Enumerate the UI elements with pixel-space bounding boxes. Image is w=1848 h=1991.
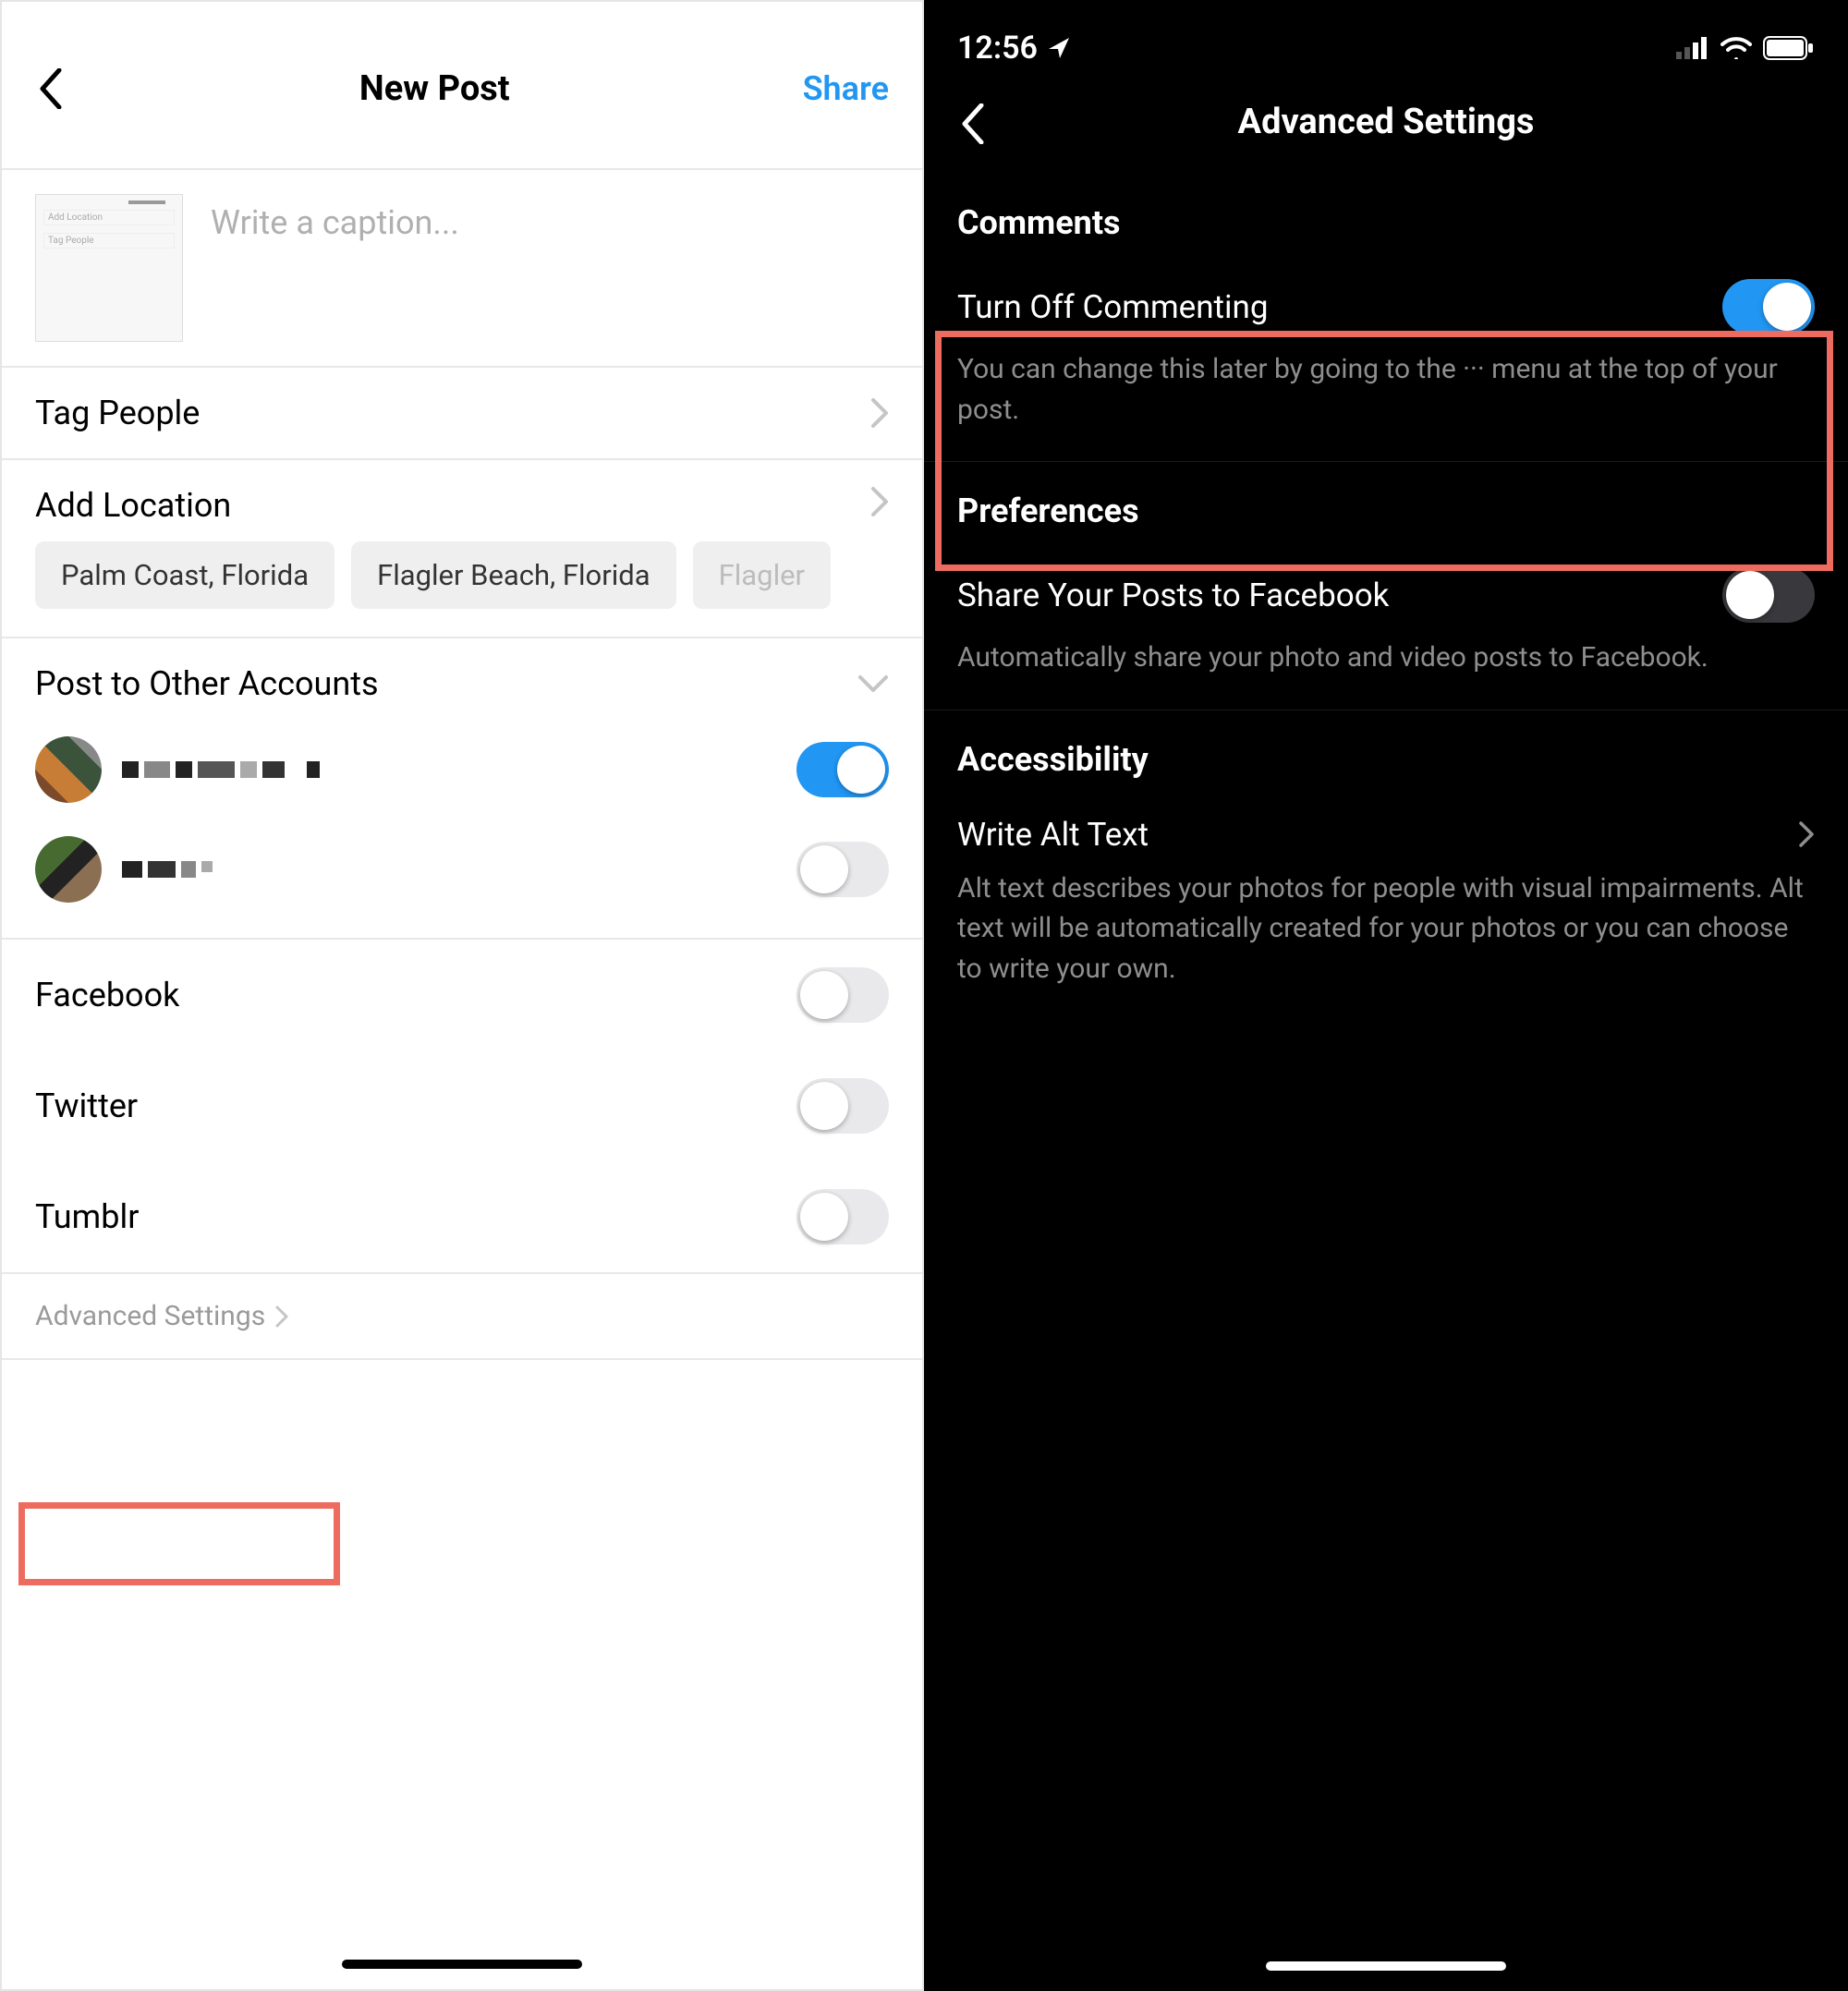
location-suggestions: Palm Coast, Florida Flagler Beach, Flori… [2, 525, 922, 638]
tag-people-row[interactable]: Tag People [2, 368, 922, 460]
account-row [2, 720, 922, 819]
twitter-label: Twitter [35, 1087, 138, 1125]
write-alt-text-desc: Alt text describes your photos for peopl… [924, 857, 1848, 1021]
post-thumbnail[interactable]: Add Location Tag People [35, 194, 183, 342]
turn-off-commenting-toggle[interactable] [1722, 279, 1815, 334]
turn-off-commenting-row: Turn Off Commenting [924, 255, 1848, 338]
section-header-preferences: Preferences [924, 462, 1848, 543]
post-to-other-accounts-row[interactable]: Post to Other Accounts [2, 638, 922, 720]
avatar [35, 736, 102, 803]
account-name-redacted [122, 856, 418, 883]
header-bar: Advanced Settings [924, 74, 1848, 174]
avatar [35, 836, 102, 903]
facebook-label: Facebook [35, 976, 179, 1014]
caption-input[interactable]: Write a caption... [211, 194, 459, 242]
add-location-row[interactable]: Add Location [2, 460, 922, 525]
cellular-icon [1676, 37, 1709, 59]
account-toggle[interactable] [796, 742, 889, 797]
status-bar: 12:56 [924, 0, 1848, 74]
write-alt-text-row[interactable]: Write Alt Text [924, 792, 1848, 857]
section-header-comments: Comments [924, 174, 1848, 255]
page-title: New Post [359, 68, 510, 109]
share-facebook-row: Facebook [2, 940, 922, 1050]
chevron-right-icon [870, 397, 889, 429]
write-alt-text-label: Write Alt Text [957, 816, 1149, 854]
share-tumblr-row: Tumblr [2, 1161, 922, 1272]
tag-people-label: Tag People [35, 394, 200, 432]
chevron-right-icon [870, 486, 889, 525]
post-to-other-label: Post to Other Accounts [35, 664, 379, 703]
add-location-label: Add Location [35, 486, 231, 525]
turn-off-commenting-label: Turn Off Commenting [957, 288, 1268, 326]
advanced-settings-row[interactable]: Advanced Settings [2, 1272, 922, 1360]
share-button[interactable]: Share [803, 69, 889, 108]
advanced-settings-screen: 12:56 [924, 0, 1848, 1991]
location-arrow-icon [1047, 36, 1071, 60]
back-button[interactable] [35, 73, 67, 104]
share-to-facebook-label: Share Your Posts to Facebook [957, 577, 1389, 614]
section-header-accessibility: Accessibility [924, 710, 1848, 792]
home-indicator [1266, 1961, 1506, 1971]
location-chip[interactable]: Flagler Beach, Florida [351, 541, 676, 609]
twitter-toggle[interactable] [796, 1078, 889, 1134]
account-name-redacted [122, 756, 418, 783]
caption-row: Add Location Tag People Write a caption.… [2, 170, 922, 368]
share-to-facebook-toggle[interactable] [1722, 567, 1815, 623]
new-post-screen: New Post Share Add Location Tag People W… [0, 0, 924, 1991]
location-chip[interactable]: Palm Coast, Florida [35, 541, 334, 609]
turn-off-commenting-desc: You can change this later by going to th… [924, 338, 1848, 462]
home-indicator [342, 1960, 582, 1969]
share-to-facebook-desc: Automatically share your photo and video… [924, 626, 1848, 710]
wifi-icon [1720, 37, 1752, 59]
account-toggle[interactable] [796, 842, 889, 897]
chevron-down-icon [857, 674, 889, 693]
facebook-toggle[interactable] [796, 967, 889, 1023]
account-row [2, 819, 922, 919]
header-bar: New Post Share [2, 2, 922, 168]
chevron-right-icon [274, 1305, 289, 1329]
location-chip[interactable]: Flagler [693, 541, 831, 609]
tumblr-label: Tumblr [35, 1197, 139, 1236]
chevron-right-icon [1798, 820, 1815, 848]
share-to-facebook-row: Share Your Posts to Facebook [924, 543, 1848, 626]
advanced-settings-label: Advanced Settings [35, 1300, 265, 1332]
share-twitter-row: Twitter [2, 1050, 922, 1161]
annotation-highlight [18, 1502, 340, 1585]
back-button[interactable] [957, 108, 989, 140]
page-title: Advanced Settings [1238, 102, 1535, 142]
status-time: 12:56 [957, 30, 1038, 67]
battery-icon [1763, 36, 1815, 60]
tumblr-toggle[interactable] [796, 1189, 889, 1244]
